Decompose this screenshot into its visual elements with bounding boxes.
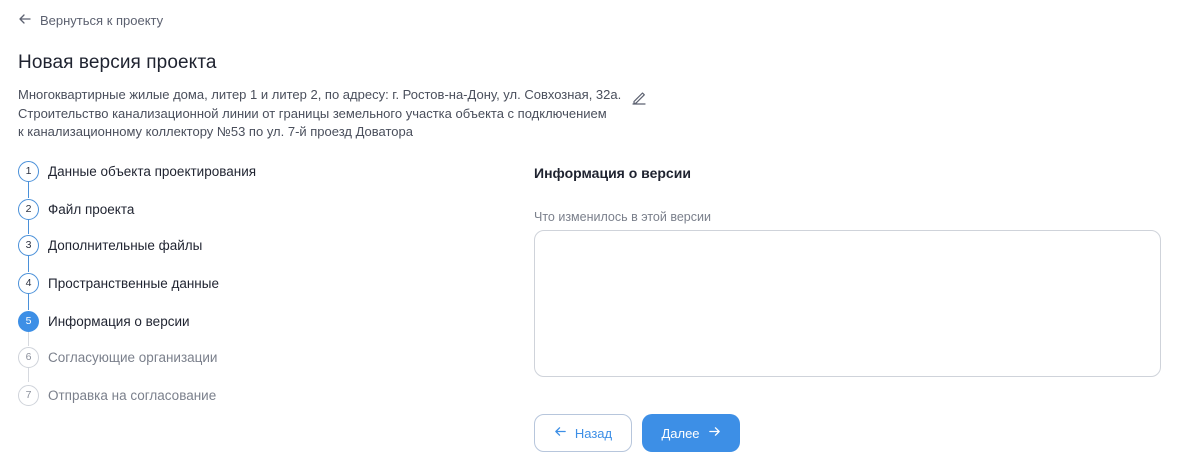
step-6[interactable]: 6 Согласующие организации (18, 346, 217, 368)
changes-field-label: Что изменилось в этой версии (534, 210, 711, 224)
step-connector (28, 331, 30, 346)
step-label: Пространственные данные (48, 275, 219, 291)
step-number: 3 (18, 234, 39, 256)
project-description: Многоквартирные жилые дома, литер 1 и ли… (18, 86, 628, 142)
step-number: 2 (18, 198, 39, 220)
description-line: Строительство канализационной линии от г… (18, 105, 607, 121)
step-3[interactable]: 3 Дополнительные файлы (18, 234, 202, 256)
description-line: Многоквартирные жилые дома, литер 1 и ли… (18, 87, 622, 102)
page-title: Новая версия проекта (18, 52, 217, 73)
step-number: 6 (18, 346, 39, 368)
changes-textarea[interactable] (534, 230, 1161, 377)
step-label: Данные объекта проектирования (48, 163, 257, 179)
back-to-project-link[interactable]: Вернуться к проекту (18, 12, 163, 29)
step-number: 4 (18, 272, 39, 294)
step-connector (28, 255, 30, 272)
step-7[interactable]: 7 Отправка на согласование (18, 384, 216, 406)
step-number: 7 (18, 384, 39, 406)
step-5[interactable]: 5 Информация о версии (18, 310, 190, 332)
step-connector (28, 181, 30, 198)
step-label: Информация о версии (48, 313, 190, 329)
step-4[interactable]: 4 Пространственные данные (18, 272, 219, 294)
arrow-left-icon (554, 425, 567, 441)
back-button[interactable]: Назад (534, 414, 632, 452)
step-label: Дополнительные файлы (48, 237, 203, 253)
step-connector (28, 219, 30, 234)
pencil-icon (630, 92, 648, 111)
back-button-label: Назад (574, 425, 613, 441)
step-label: Согласующие организации (48, 349, 218, 365)
next-button-label: Далее (661, 425, 700, 441)
step-1[interactable]: 1 Данные объекта проектирования (18, 160, 256, 182)
step-2[interactable]: 2 Файл проекта (18, 198, 134, 220)
step-label: Отправка на согласование (48, 387, 217, 403)
step-connector (28, 293, 30, 310)
description-line: к канализационному коллектору №53 по ул.… (18, 124, 413, 139)
back-link-label: Вернуться к проекту (40, 13, 164, 28)
step-number: 1 (18, 160, 39, 182)
step-connector (28, 367, 30, 382)
arrow-right-icon (708, 425, 721, 441)
step-label: Файл проекта (48, 201, 135, 217)
section-title: Информация о версии (534, 165, 691, 181)
arrow-left-icon (18, 12, 32, 29)
next-button[interactable]: Далее (642, 414, 740, 452)
edit-description-button[interactable] (630, 89, 648, 107)
step-number: 5 (18, 310, 39, 332)
